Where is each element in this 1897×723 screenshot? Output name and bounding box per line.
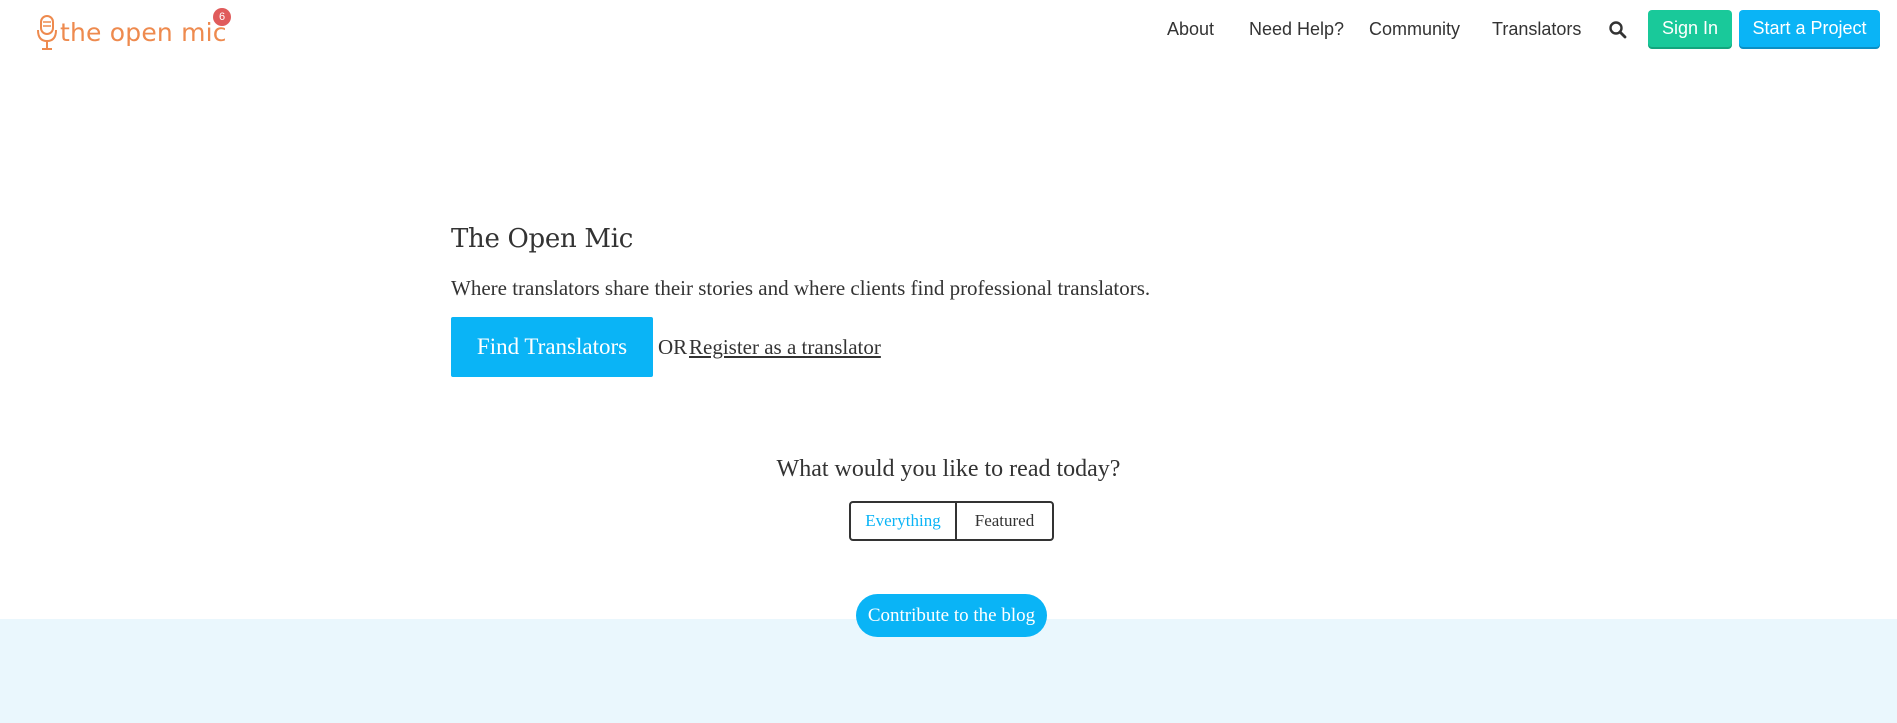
nav-need-help[interactable]: Need Help? xyxy=(1249,19,1344,40)
logo[interactable]: the open mic xyxy=(36,14,227,52)
contribute-blog-button[interactable]: Contribute to the blog xyxy=(856,594,1047,637)
page-title: The Open Mic xyxy=(451,224,633,254)
filter-featured[interactable]: Featured xyxy=(957,503,1052,539)
content-filter-toggle: Everything Featured xyxy=(849,501,1054,541)
start-project-button[interactable]: Start a Project xyxy=(1739,10,1880,47)
search-icon[interactable] xyxy=(1608,20,1628,40)
nav-community[interactable]: Community xyxy=(1369,19,1460,40)
nav-about[interactable]: About xyxy=(1167,19,1214,40)
find-translators-button[interactable]: Find Translators xyxy=(451,317,653,377)
sign-in-button[interactable]: Sign In xyxy=(1648,10,1732,47)
site-header: the open mic 6 About Need Help? Communit… xyxy=(0,0,1897,62)
logo-text: the open mic xyxy=(60,17,227,47)
microphone-icon xyxy=(37,15,57,50)
nav-translators[interactable]: Translators xyxy=(1492,19,1581,40)
read-question: What would you like to read today? xyxy=(776,456,1121,482)
filter-everything[interactable]: Everything xyxy=(851,503,957,539)
page-subtitle: Where translators share their stories an… xyxy=(451,276,1151,300)
notification-badge: 6 xyxy=(213,8,231,26)
register-translator-link[interactable]: Register as a translator xyxy=(689,335,881,360)
or-separator: OR xyxy=(658,335,688,359)
